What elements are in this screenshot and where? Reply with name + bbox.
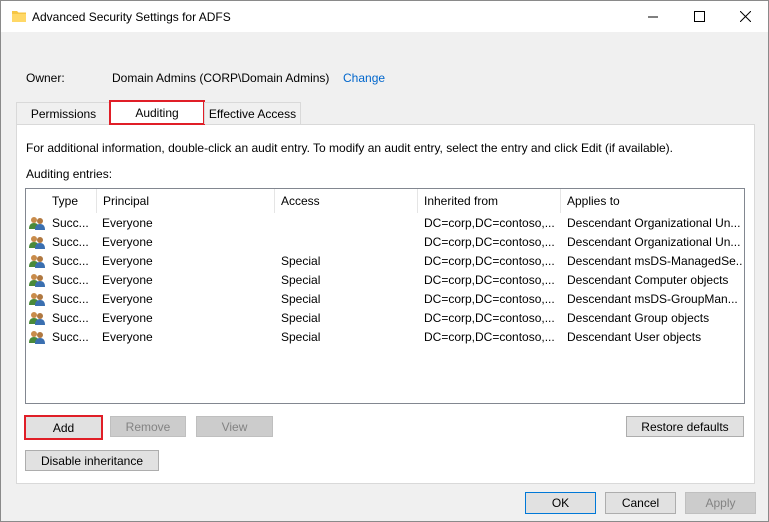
users-icon — [29, 291, 45, 307]
users-icon — [29, 272, 45, 288]
cell-applies-to: Descendant User objects — [567, 330, 702, 344]
cell-inherited-from: DC=corp,DC=contoso,... — [424, 330, 555, 344]
table-row[interactable]: Succ... Everyone Special DC=corp,DC=contoso… — [26, 251, 744, 270]
cell-type: Succ... — [52, 254, 89, 268]
tab-effective-access[interactable]: Effective Access — [204, 102, 301, 124]
cell-principal: Everyone — [102, 292, 153, 306]
cell-access: Special — [281, 292, 321, 306]
cell-inherited-from: DC=corp,DC=contoso,... — [424, 311, 555, 325]
cell-access: Special — [281, 254, 321, 268]
info-text: For additional information, double-click… — [26, 141, 673, 155]
maximize-button[interactable] — [676, 1, 722, 32]
column-header-principal[interactable]: Principal — [97, 189, 275, 213]
users-icon — [29, 253, 45, 269]
cell-type: Succ... — [52, 235, 89, 249]
ok-button[interactable]: OK — [525, 492, 596, 514]
table-row[interactable]: Succ... Everyone Special DC=corp,DC=contoso… — [26, 289, 744, 308]
change-owner-link[interactable]: Change — [343, 71, 385, 85]
title-bar[interactable]: Advanced Security Settings for ADFS — [1, 1, 768, 32]
cell-principal: Everyone — [102, 216, 153, 230]
close-button[interactable] — [722, 1, 768, 32]
auditing-entries-label: Auditing entries: — [26, 167, 113, 181]
table-row[interactable]: Succ... Everyone Special DC=corp,DC=contoso… — [26, 270, 744, 289]
cell-access: Special — [281, 311, 321, 325]
remove-button[interactable]: Remove — [110, 416, 186, 437]
tab-auditing[interactable]: Auditing — [109, 100, 205, 125]
disable-inheritance-button[interactable]: Disable inheritance — [25, 450, 159, 471]
cell-inherited-from: DC=corp,DC=contoso,... — [424, 235, 555, 249]
cell-principal: Everyone — [102, 254, 153, 268]
add-button[interactable]: Add — [24, 415, 103, 440]
table-row[interactable]: Succ... Everyone DC=corp,DC=contoso,... Des… — [26, 232, 744, 251]
cell-inherited-from: DC=corp,DC=contoso,... — [424, 216, 555, 230]
cell-applies-to: Descendant msDS-ManagedSe... — [567, 254, 742, 268]
maximize-icon — [693, 11, 705, 22]
cell-type: Succ... — [52, 273, 89, 287]
cell-inherited-from: DC=corp,DC=contoso,... — [424, 254, 555, 268]
minimize-button[interactable] — [630, 1, 676, 32]
cell-applies-to: Descendant Computer objects — [567, 273, 729, 287]
cell-type: Succ... — [52, 311, 89, 325]
auditing-entries-list[interactable]: Type Principal Access Inherited from App… — [25, 188, 745, 404]
owner-label: Owner: — [26, 71, 65, 85]
window-title: Advanced Security Settings for ADFS — [32, 10, 231, 24]
tab-permissions[interactable]: Permissions — [16, 102, 111, 124]
cell-type: Succ... — [52, 292, 89, 306]
minimize-icon — [648, 16, 658, 17]
users-icon — [29, 234, 45, 250]
cell-principal: Everyone — [102, 330, 153, 344]
view-button[interactable]: View — [196, 416, 273, 437]
column-header-inherited-from[interactable]: Inherited from — [418, 189, 561, 213]
close-icon — [739, 11, 751, 22]
cell-applies-to: Descendant msDS-GroupMan... — [567, 292, 738, 306]
owner-value: Domain Admins (CORP\Domain Admins) — [112, 71, 330, 85]
security-settings-window: Advanced Security Settings for ADFS Owne… — [0, 0, 769, 522]
table-row[interactable]: Succ... Everyone Special DC=corp,DC=contoso… — [26, 308, 744, 327]
folder-icon — [12, 9, 26, 23]
cell-type: Succ... — [52, 216, 89, 230]
cell-type: Succ... — [52, 330, 89, 344]
cell-applies-to: Descendant Group objects — [567, 311, 710, 325]
apply-button[interactable]: Apply — [685, 492, 756, 514]
restore-defaults-button[interactable]: Restore defaults — [626, 416, 744, 437]
cell-inherited-from: DC=corp,DC=contoso,... — [424, 292, 555, 306]
cell-principal: Everyone — [102, 235, 153, 249]
cell-principal: Everyone — [102, 273, 153, 287]
users-icon — [29, 310, 45, 326]
column-header-applies-to[interactable]: Applies to — [561, 189, 744, 213]
users-icon — [29, 215, 45, 231]
cell-applies-to: Descendant Organizational Un... — [567, 216, 741, 230]
users-icon — [29, 329, 45, 345]
cell-access: Special — [281, 273, 321, 287]
column-header-access[interactable]: Access — [275, 189, 418, 213]
cancel-button[interactable]: Cancel — [605, 492, 676, 514]
column-header-type[interactable]: Type — [46, 189, 97, 213]
cell-applies-to: Descendant Organizational Un... — [567, 235, 741, 249]
table-row[interactable]: Succ... Everyone DC=corp,DC=contoso,... Des… — [26, 213, 744, 232]
cell-inherited-from: DC=corp,DC=contoso,... — [424, 273, 555, 287]
table-row[interactable]: Succ... Everyone Special DC=corp,DC=contoso… — [26, 327, 744, 346]
cell-principal: Everyone — [102, 311, 153, 325]
cell-access: Special — [281, 330, 321, 344]
